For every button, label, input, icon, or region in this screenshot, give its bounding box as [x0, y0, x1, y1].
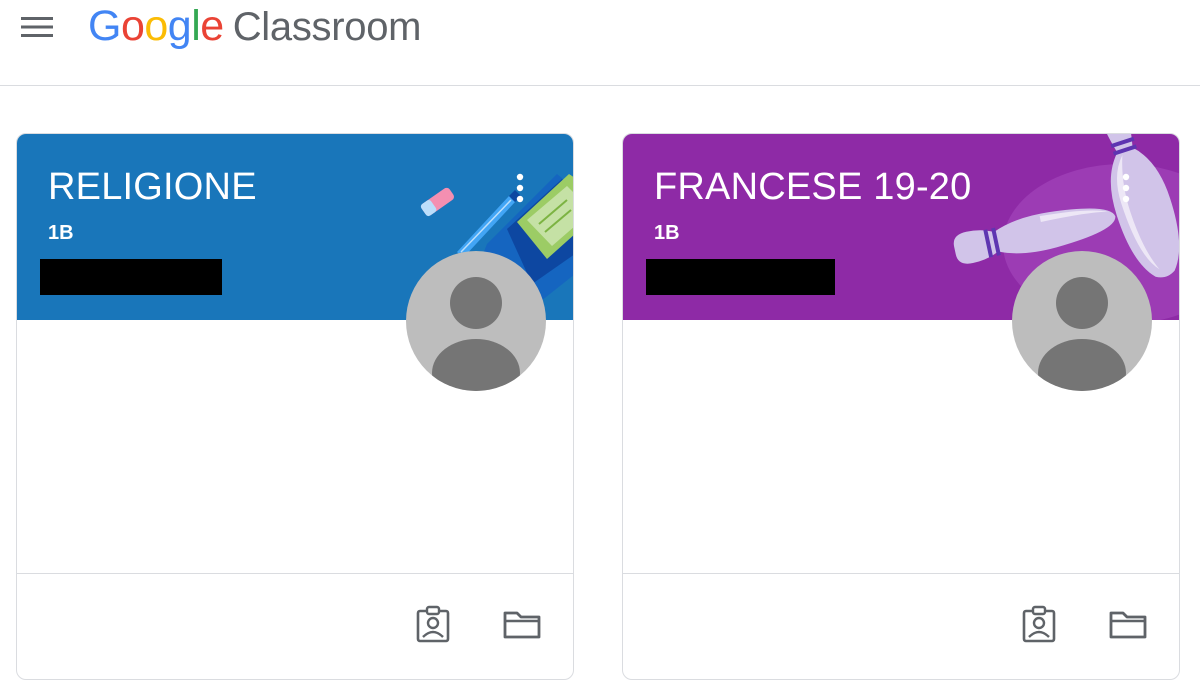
open-class-folder-button[interactable] — [1106, 602, 1150, 646]
class-title-link[interactable]: FRANCESE 19-20 — [654, 166, 971, 209]
teacher-avatar — [406, 251, 546, 391]
open-your-work-button[interactable] — [1017, 602, 1061, 646]
open-your-work-button[interactable] — [411, 602, 455, 646]
more-vert-icon — [516, 173, 524, 203]
person-silhouette-icon — [432, 277, 520, 391]
logo-letter: o — [144, 2, 168, 50]
folder-icon — [503, 611, 541, 639]
more-options-button[interactable] — [505, 168, 535, 208]
assignment-ind-icon — [416, 605, 450, 643]
class-card-religione[interactable]: RELIGIONE 1B — [16, 133, 574, 680]
google-classroom-logo[interactable]: Google Classroom — [88, 2, 421, 52]
teacher-avatar — [1012, 251, 1152, 391]
logo-letter: l — [191, 2, 201, 50]
class-section: 1B — [48, 222, 74, 244]
person-silhouette-icon — [1038, 277, 1126, 391]
redacted-teacher-name — [40, 259, 222, 295]
folder-icon — [1109, 611, 1147, 639]
class-section: 1B — [654, 222, 680, 244]
top-app-bar: Google Classroom — [0, 0, 1200, 86]
more-options-button[interactable] — [1111, 168, 1141, 208]
main-menu-button[interactable] — [14, 7, 60, 47]
class-card-footer — [17, 573, 573, 679]
logo-letter: e — [200, 2, 224, 50]
class-card-francese[interactable]: FRANCESE 19-20 1B — [622, 133, 1180, 680]
product-name: Classroom — [232, 5, 422, 49]
class-title-link[interactable]: RELIGIONE — [48, 166, 257, 209]
class-card-footer — [623, 573, 1179, 679]
redacted-teacher-name — [646, 259, 835, 295]
assignment-ind-icon — [1022, 605, 1056, 643]
more-vert-icon — [1122, 173, 1130, 203]
google-wordmark: Google — [88, 2, 224, 51]
logo-letter: o — [120, 2, 145, 50]
open-class-folder-button[interactable] — [500, 602, 544, 646]
hamburger-menu-icon — [21, 17, 53, 37]
logo-letter: G — [88, 2, 121, 50]
logo-letter: g — [167, 2, 192, 50]
